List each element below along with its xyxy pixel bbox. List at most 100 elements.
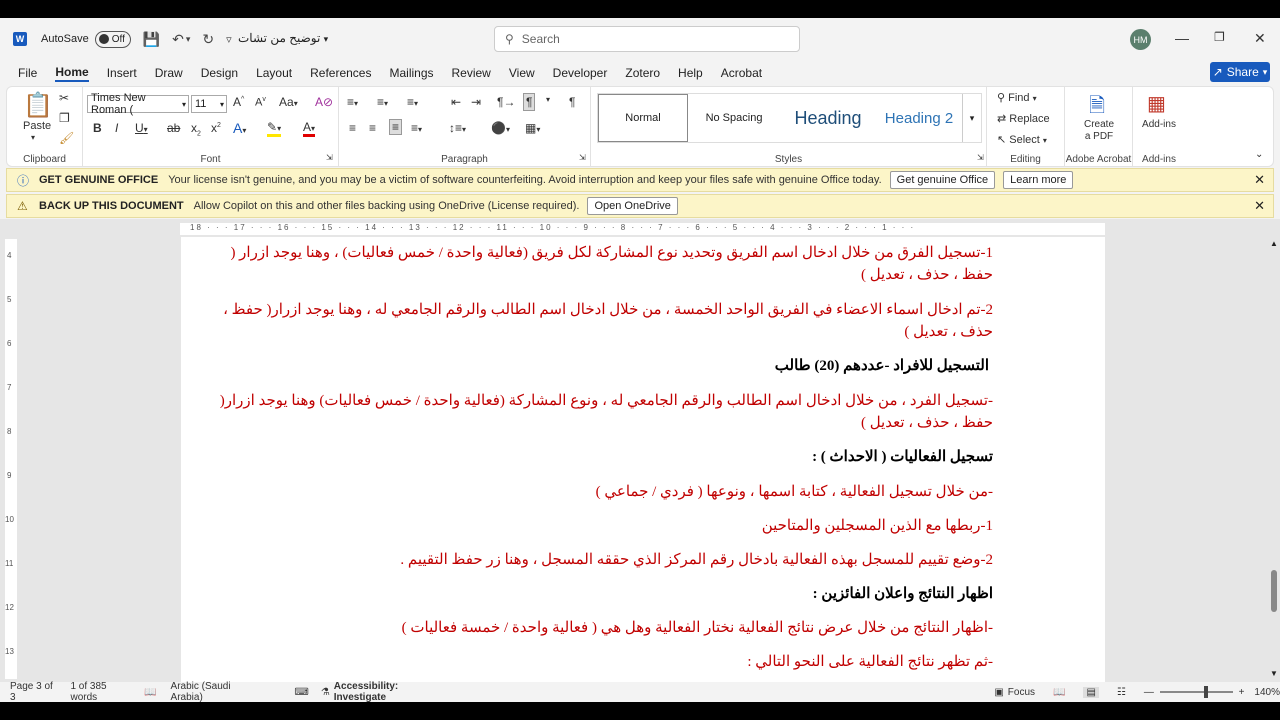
font-color-icon[interactable]: A▾: [303, 120, 316, 137]
open-onedrive-button[interactable]: Open OneDrive: [587, 197, 678, 215]
shrink-font-icon[interactable]: Av: [255, 96, 266, 109]
numbering-icon[interactable]: ≡▾: [377, 95, 388, 109]
strikethrough-icon[interactable]: ab: [167, 121, 180, 135]
horizontal-ruler[interactable]: 18 · · · 17 · · · 16 · · · 15 · · · 14 ·…: [180, 223, 1105, 235]
doc-line[interactable]: -ثم تظهر نتائج الفعالية على النحو التالي…: [747, 652, 993, 671]
close-icon[interactable]: ✕: [1254, 30, 1266, 47]
style-heading-2[interactable]: Heading 2: [876, 94, 962, 142]
tab-insert[interactable]: Insert: [107, 66, 137, 80]
styles-dialog-launcher-icon[interactable]: ⇲: [977, 153, 984, 162]
text-effects-icon[interactable]: A▾: [233, 120, 246, 136]
close-icon[interactable]: ✕: [1254, 198, 1265, 214]
doc-line[interactable]: -اظهار النتائج من خلال عرض نتائج الفعالي…: [402, 618, 993, 637]
zoom-in-icon[interactable]: +: [1239, 687, 1245, 698]
tab-design[interactable]: Design: [201, 66, 238, 80]
page-count[interactable]: Page 3 of 3: [10, 681, 56, 702]
focus-icon[interactable]: ▣: [994, 687, 1003, 698]
grow-font-icon[interactable]: A^: [233, 95, 244, 109]
paste-label[interactable]: Paste: [23, 120, 51, 132]
tab-zotero[interactable]: Zotero: [625, 66, 660, 80]
collapse-ribbon-icon[interactable]: ⌄: [1255, 149, 1263, 160]
autosave-toggle[interactable]: Off: [94, 30, 131, 48]
create-pdf-button[interactable]: Create a PDF: [1065, 119, 1133, 143]
restore-icon[interactable]: ❐: [1214, 30, 1225, 44]
read-mode-icon[interactable]: 📖: [1053, 687, 1065, 698]
tab-acrobat[interactable]: Acrobat: [721, 66, 762, 80]
doc-line[interactable]: 2-وضع تقييم للمسجل بهذه الفعالية بادخال …: [400, 550, 993, 569]
predictions-icon[interactable]: ⌨: [294, 687, 308, 698]
paste-icon[interactable]: 📋: [23, 91, 53, 120]
print-layout-icon[interactable]: ▤: [1083, 686, 1099, 698]
undo-icon[interactable]: ↶: [172, 31, 184, 48]
doc-heading[interactable]: تسجيل الفعاليات ( الاحداث ) :: [812, 447, 993, 466]
font-dialog-launcher-icon[interactable]: ⇲: [326, 153, 333, 162]
zoom-slider-thumb[interactable]: [1203, 686, 1208, 698]
align-right-icon[interactable]: ≡: [389, 119, 403, 135]
increase-indent-icon[interactable]: ⇥: [471, 95, 481, 109]
doc-heading[interactable]: التسجيل للافراد -عددهم (20) طالب: [775, 356, 989, 375]
vertical-scrollbar[interactable]: ▲ ▼: [1268, 237, 1280, 682]
scroll-down-icon[interactable]: ▼: [1270, 669, 1278, 678]
underline-icon[interactable]: U▾: [135, 121, 148, 135]
doc-heading[interactable]: اظهار النتائج واعلان الفائزين :: [813, 584, 993, 603]
learn-more-button[interactable]: Learn more: [1003, 171, 1074, 189]
tab-help[interactable]: Help: [678, 66, 703, 80]
bold-icon[interactable]: B: [93, 121, 102, 135]
subscript-icon[interactable]: x2: [191, 121, 201, 137]
change-case-icon[interactable]: Aa▾: [279, 95, 298, 109]
zoom-level[interactable]: 140%: [1254, 687, 1280, 698]
redo-icon[interactable]: ↻: [202, 31, 214, 48]
cut-icon[interactable]: ✂: [59, 91, 69, 105]
doc-line[interactable]: 1-ربطها مع الذين المسجلين والمتاحين: [762, 516, 993, 535]
doc-line[interactable]: حفظ ، حذف ، تعديل ): [861, 413, 993, 432]
tab-mailings[interactable]: Mailings: [389, 66, 433, 80]
tab-layout[interactable]: Layout: [256, 66, 292, 80]
bullets-icon[interactable]: ≡▾: [347, 95, 358, 109]
doc-line[interactable]: -تسجيل الفرد ، من خلال ادخال اسم الطالب …: [220, 391, 993, 410]
get-genuine-office-button[interactable]: Get genuine Office: [889, 171, 996, 189]
clear-formatting-icon[interactable]: A⊘: [315, 95, 333, 109]
doc-line[interactable]: 1-تسجيل الفرق من خلال ادخال اسم الفريق و…: [230, 243, 993, 262]
style-heading[interactable]: Heading: [780, 94, 876, 142]
accessibility-icon[interactable]: ⚗: [321, 687, 330, 698]
doc-line[interactable]: حفظ ، حذف ، تعديل ): [861, 265, 993, 284]
doc-line[interactable]: 2-تم ادخال اسماء الاعضاء في الفريق الواح…: [223, 300, 993, 319]
focus-button[interactable]: Focus: [1008, 687, 1035, 698]
font-size-select[interactable]: 11 ▾: [191, 95, 227, 113]
format-painter-icon[interactable]: 🖌: [59, 131, 74, 145]
shading-icon[interactable]: ⚫▾: [491, 121, 510, 135]
scroll-thumb[interactable]: [1271, 570, 1277, 612]
word-count[interactable]: 1 of 385 words: [70, 681, 130, 702]
tab-view[interactable]: View: [509, 66, 535, 80]
web-layout-icon[interactable]: ☷: [1117, 687, 1126, 698]
addins-icon[interactable]: ▦: [1147, 91, 1166, 116]
tab-draw[interactable]: Draw: [155, 66, 183, 80]
save-icon[interactable]: 💾: [143, 31, 160, 48]
accessibility-status[interactable]: Accessibility: Investigate: [334, 681, 443, 702]
style-normal[interactable]: Normal: [598, 94, 688, 142]
style-no-spacing[interactable]: No Spacing: [690, 94, 778, 142]
align-left-icon[interactable]: ≡: [349, 121, 356, 135]
tab-developer[interactable]: Developer: [553, 66, 608, 80]
tab-home[interactable]: Home: [55, 65, 89, 82]
zoom-slider[interactable]: [1159, 686, 1233, 698]
share-button[interactable]: ↗ Share ▾: [1210, 62, 1270, 82]
paste-dropdown-icon[interactable]: ▾: [31, 133, 35, 142]
superscript-icon[interactable]: x2: [211, 121, 221, 135]
justify-icon[interactable]: ≡▾: [411, 121, 422, 135]
paragraph-dialog-launcher-icon[interactable]: ⇲: [579, 153, 586, 162]
copy-icon[interactable]: ❐: [59, 111, 70, 125]
find-button[interactable]: ⚲ Find ▾: [997, 91, 1037, 104]
language-status[interactable]: Arabic (Saudi Arabia): [171, 681, 257, 702]
undo-dropdown-icon[interactable]: ▾: [186, 34, 191, 45]
ltr-direction-icon[interactable]: ¶→: [497, 95, 515, 109]
borders-icon[interactable]: ▦▾: [525, 121, 540, 135]
styles-more-icon[interactable]: ▾: [962, 94, 981, 142]
replace-button[interactable]: ⇄ Replace: [997, 112, 1050, 125]
document-title[interactable]: توضيح من تشات ▾: [238, 31, 328, 45]
vertical-ruler[interactable]: 4 5 6 7 8 9 10 11 12 13: [5, 239, 17, 679]
close-icon[interactable]: ✕: [1254, 172, 1265, 188]
zoom-out-icon[interactable]: —: [1144, 687, 1154, 698]
tab-references[interactable]: References: [310, 66, 371, 80]
tab-review[interactable]: Review: [452, 66, 491, 80]
